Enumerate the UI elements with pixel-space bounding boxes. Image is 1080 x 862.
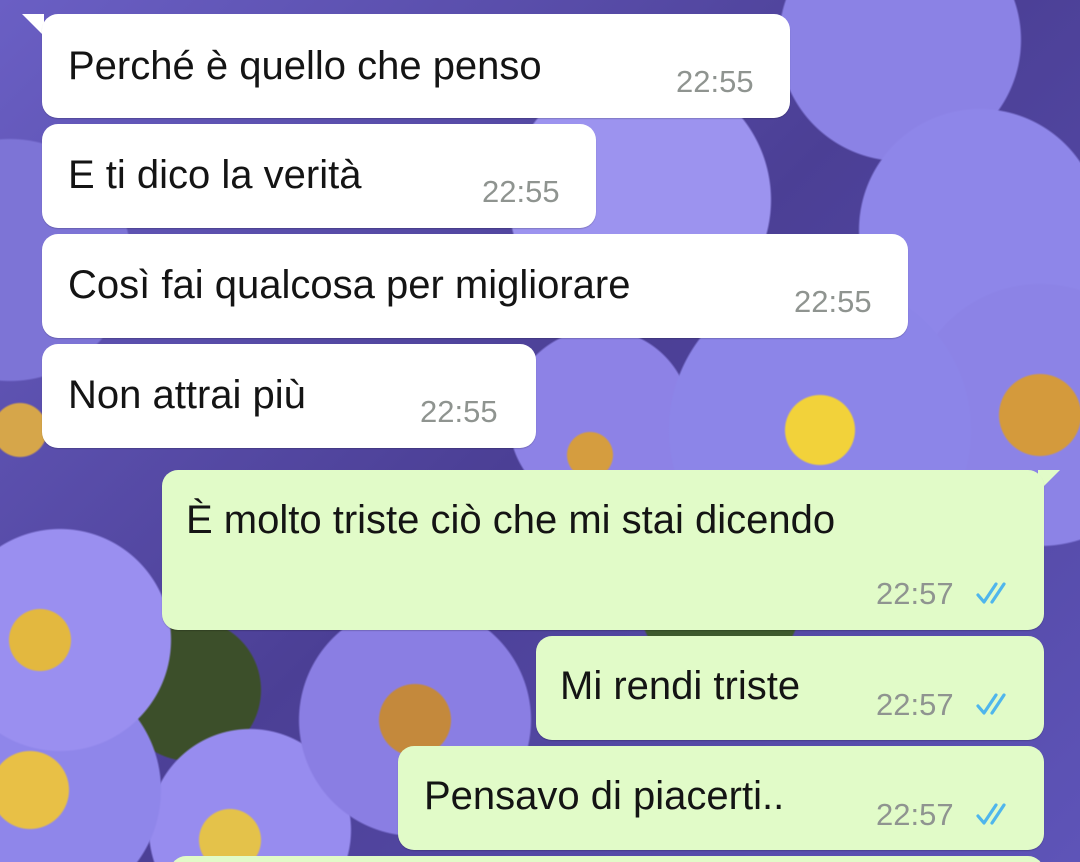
message-timestamp: 22:55 (482, 174, 560, 209)
message-text: E ti dico la verità (68, 153, 362, 197)
message-text: Mi rendi triste (560, 664, 801, 708)
outgoing-message[interactable]: Mi rendi triste 22:57 (536, 636, 1044, 740)
outgoing-message[interactable]: Pensavo di piacerti.. 22:57 (398, 746, 1044, 850)
outgoing-message[interactable] (170, 856, 1044, 862)
double-check-read-icon (976, 803, 1006, 825)
bubble-tail (22, 14, 44, 36)
incoming-message[interactable]: Non attrai più 22:55 (42, 344, 536, 448)
message-text: Pensavo di piacerti.. (424, 774, 785, 818)
message-timestamp: 22:55 (420, 394, 498, 429)
incoming-message[interactable]: Così fai qualcosa per migliorare 22:55 (42, 234, 908, 338)
incoming-message[interactable]: E ti dico la verità 22:55 (42, 124, 596, 228)
message-text: Non attrai più (68, 373, 306, 417)
incoming-message[interactable]: Perché è quello che penso 22:55 (42, 14, 790, 118)
message-timestamp: 22:57 (876, 576, 954, 611)
message-text: È molto triste ciò che mi stai dicendo (186, 498, 836, 542)
message-timestamp: 22:55 (676, 64, 754, 99)
outgoing-message[interactable]: È molto triste ciò che mi stai dicendo 2… (162, 470, 1044, 630)
double-check-read-icon (976, 582, 1006, 604)
message-list[interactable]: Perché è quello che penso 22:55 E ti dic… (0, 0, 1080, 862)
message-timestamp: 22:55 (794, 284, 872, 319)
message-timestamp: 22:57 (876, 687, 954, 722)
message-text: Perché è quello che penso (68, 44, 542, 88)
message-timestamp: 22:57 (876, 797, 954, 832)
double-check-read-icon (976, 693, 1006, 715)
message-text: Così fai qualcosa per migliorare (68, 263, 631, 307)
